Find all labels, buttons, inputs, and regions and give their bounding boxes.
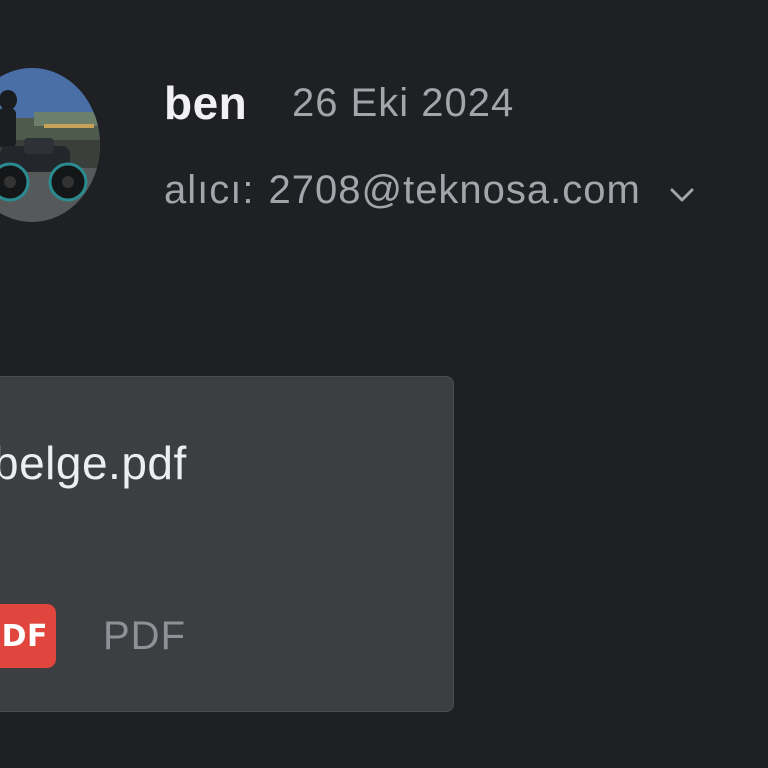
chevron-down-icon[interactable] — [667, 175, 697, 205]
attachment-file-name: belge.pdf — [0, 437, 187, 489]
message-date: 26 Eki 2024 — [292, 81, 515, 125]
recipient-label: alıcı: — [164, 167, 255, 212]
sender-avatar[interactable] — [0, 68, 100, 222]
pdf-badge-label: PDF — [0, 618, 48, 654]
recipient-details[interactable]: alıcı: 2708@teknosa.com — [164, 164, 697, 216]
attachment-card[interactable]: belge.pdf PDF PDF — [0, 376, 454, 712]
attachment-file-type: PDF — [103, 614, 186, 658]
sender-name: ben — [164, 77, 248, 129]
avatar-photo — [0, 68, 100, 222]
pdf-file-icon: PDF — [0, 604, 56, 668]
recipient-email: 2708@teknosa.com — [268, 167, 641, 212]
email-message-view: ben 26 Eki 2024 alıcı: 2708@teknosa.com … — [0, 0, 768, 768]
